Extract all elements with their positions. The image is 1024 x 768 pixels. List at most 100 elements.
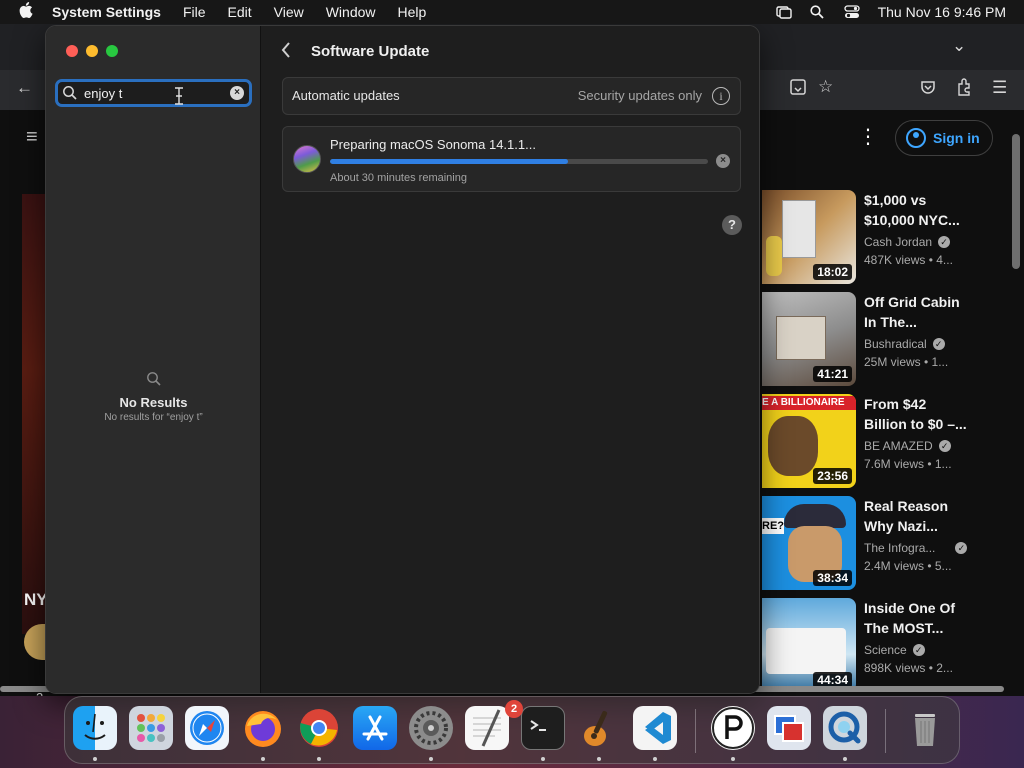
textedit-icon[interactable] xyxy=(465,706,509,750)
zoom-window-button[interactable] xyxy=(106,45,118,57)
info-icon[interactable]: i xyxy=(712,87,730,105)
menu-file[interactable]: File xyxy=(183,4,206,20)
search-input[interactable] xyxy=(84,85,224,101)
help-button[interactable]: ? xyxy=(722,215,742,235)
update-title: Preparing macOS Sonoma 14.1.1... xyxy=(330,137,536,152)
no-results-search-icon xyxy=(146,371,162,387)
update-progress-bar xyxy=(330,159,708,164)
chrome-running-dot xyxy=(317,757,321,761)
video-thumbnail[interactable]: E A BILLIONAIRE 23:56 xyxy=(762,394,856,488)
video-channel[interactable]: Cash Jordan ✓ xyxy=(864,235,951,249)
main-video-peek[interactable] xyxy=(22,194,46,634)
launchpad-icon[interactable] xyxy=(129,706,173,750)
screen-sharing-icon[interactable] xyxy=(767,706,811,750)
settings-search-field[interactable]: × xyxy=(55,79,252,107)
text-cursor-icon xyxy=(174,87,184,105)
video-title[interactable]: Off Grid Cabin In The... xyxy=(864,292,972,332)
video-title[interactable]: From $42 Billion to $0 –... xyxy=(864,394,972,434)
settings-running-dot xyxy=(429,757,433,761)
close-window-button[interactable] xyxy=(66,45,78,57)
spotlight-search-icon[interactable] xyxy=(809,5,826,19)
related-video-5[interactable]: 44:34 Inside One Of The MOST... Science ✓… xyxy=(762,598,1012,692)
channel-name: The Infogra... xyxy=(864,541,936,555)
youtube-menu-icon[interactable]: ≡ xyxy=(26,126,38,149)
reader-view-icon[interactable] xyxy=(790,79,806,100)
related-video-1[interactable]: 18:02 $1,000 vs $10,000 NYC... Cash Jord… xyxy=(762,190,1012,284)
menu-help[interactable]: Help xyxy=(398,4,427,20)
menu-clock[interactable]: Thu Nov 16 9:46 PM xyxy=(878,4,1006,20)
screen-mirroring-icon[interactable] xyxy=(775,5,792,19)
cancel-update-icon[interactable]: × xyxy=(716,154,730,168)
app-store-icon[interactable] xyxy=(353,706,397,750)
garageband-running-dot xyxy=(597,757,601,761)
extensions-icon[interactable] xyxy=(956,78,972,101)
video-meta: 487K views • 4... xyxy=(864,253,953,267)
automatic-updates-label: Automatic updates xyxy=(292,88,400,103)
minimize-window-button[interactable] xyxy=(86,45,98,57)
sign-in-label: Sign in xyxy=(933,130,980,146)
channel-name: BE AMAZED xyxy=(864,439,933,453)
trash-icon[interactable] xyxy=(903,706,947,750)
no-results-subtitle: No results for “enjoy t” xyxy=(104,412,203,423)
video-thumbnail[interactable]: RE? 38:34 xyxy=(762,496,856,590)
settings-sidebar: × No Results No results for “enjoy t” xyxy=(46,26,261,693)
video-thumbnail[interactable]: 44:34 xyxy=(762,598,856,692)
vscode-icon[interactable] xyxy=(633,706,677,750)
settings-content: Software Update Automatic updates Securi… xyxy=(262,26,759,693)
youtube-sign-in-button[interactable]: Sign in xyxy=(895,120,993,156)
quicktime-icon[interactable] xyxy=(823,706,867,750)
automatic-updates-value: Security updates only xyxy=(577,88,702,103)
video-meta: 2.4M views • 5... xyxy=(864,559,952,573)
control-center-icon[interactable] xyxy=(843,5,860,19)
tab-list-chevron-icon[interactable]: ⌄ xyxy=(952,36,966,56)
video-thumbnail[interactable]: 18:02 xyxy=(762,190,856,284)
video-thumbnail[interactable]: 41:21 xyxy=(762,292,856,386)
video-title[interactable]: Real Reason Why Nazi... xyxy=(864,496,972,536)
finder-icon[interactable] xyxy=(73,706,117,750)
video-duration: 38:34 xyxy=(813,570,852,586)
p-app-running-dot xyxy=(731,757,735,761)
clear-search-icon[interactable]: × xyxy=(230,86,244,100)
video-duration: 18:02 xyxy=(813,264,852,280)
video-channel[interactable]: Science ✓ xyxy=(864,643,925,657)
thumbnail-caption: RE? xyxy=(762,518,784,534)
safari-icon[interactable] xyxy=(185,706,229,750)
back-chevron-icon[interactable] xyxy=(280,41,294,59)
browser-back-icon[interactable]: ← xyxy=(16,78,33,98)
video-title[interactable]: $1,000 vs $10,000 NYC... xyxy=(864,190,972,230)
system-settings-icon[interactable] xyxy=(409,706,453,750)
related-video-4[interactable]: RE? 38:34 Real Reason Why Nazi... The In… xyxy=(762,496,1012,590)
no-results-title: No Results xyxy=(119,395,188,410)
menu-bar: System Settings File Edit View Window He… xyxy=(0,0,1024,24)
vertical-scrollbar[interactable] xyxy=(1012,134,1020,269)
menu-view[interactable]: View xyxy=(274,4,304,20)
browser-menu-icon[interactable]: ☰ xyxy=(992,78,1007,98)
search-icon xyxy=(62,85,78,101)
firefox-icon[interactable] xyxy=(241,706,285,750)
video-duration: 41:21 xyxy=(813,366,852,382)
video-duration: 23:56 xyxy=(813,468,852,484)
video-channel[interactable]: Bushradical ✓ xyxy=(864,337,945,351)
page-title: Software Update xyxy=(311,43,430,60)
video-title[interactable]: Inside One Of The MOST... xyxy=(864,598,972,638)
video-channel[interactable]: BE AMAZED ✓ xyxy=(864,439,951,453)
apple-menu-icon[interactable] xyxy=(0,2,52,22)
chrome-icon[interactable] xyxy=(297,706,341,750)
terminal-running-dot xyxy=(541,757,545,761)
more-options-icon[interactable]: ⋮ xyxy=(858,124,878,149)
menu-app-name[interactable]: System Settings xyxy=(52,4,161,20)
terminal-icon[interactable] xyxy=(521,706,565,750)
notification-badge: 2 xyxy=(505,700,523,718)
menu-window[interactable]: Window xyxy=(326,4,376,20)
video-channel[interactable]: The Infogra... ✓ xyxy=(864,541,968,555)
p-app-icon[interactable] xyxy=(711,706,755,750)
automatic-updates-row[interactable]: Automatic updates Security updates only … xyxy=(282,77,741,115)
garageband-icon[interactable] xyxy=(577,706,621,750)
related-video-3[interactable]: E A BILLIONAIRE 23:56 From $42 Billion t… xyxy=(762,394,1012,488)
thumbnail-cap xyxy=(784,504,846,528)
menu-edit[interactable]: Edit xyxy=(228,4,252,20)
pocket-icon[interactable] xyxy=(920,79,936,100)
verified-icon: ✓ xyxy=(955,542,968,554)
related-video-2[interactable]: 41:21 Off Grid Cabin In The... Bushradic… xyxy=(762,292,1012,386)
bookmark-star-icon[interactable]: ☆ xyxy=(818,77,833,97)
